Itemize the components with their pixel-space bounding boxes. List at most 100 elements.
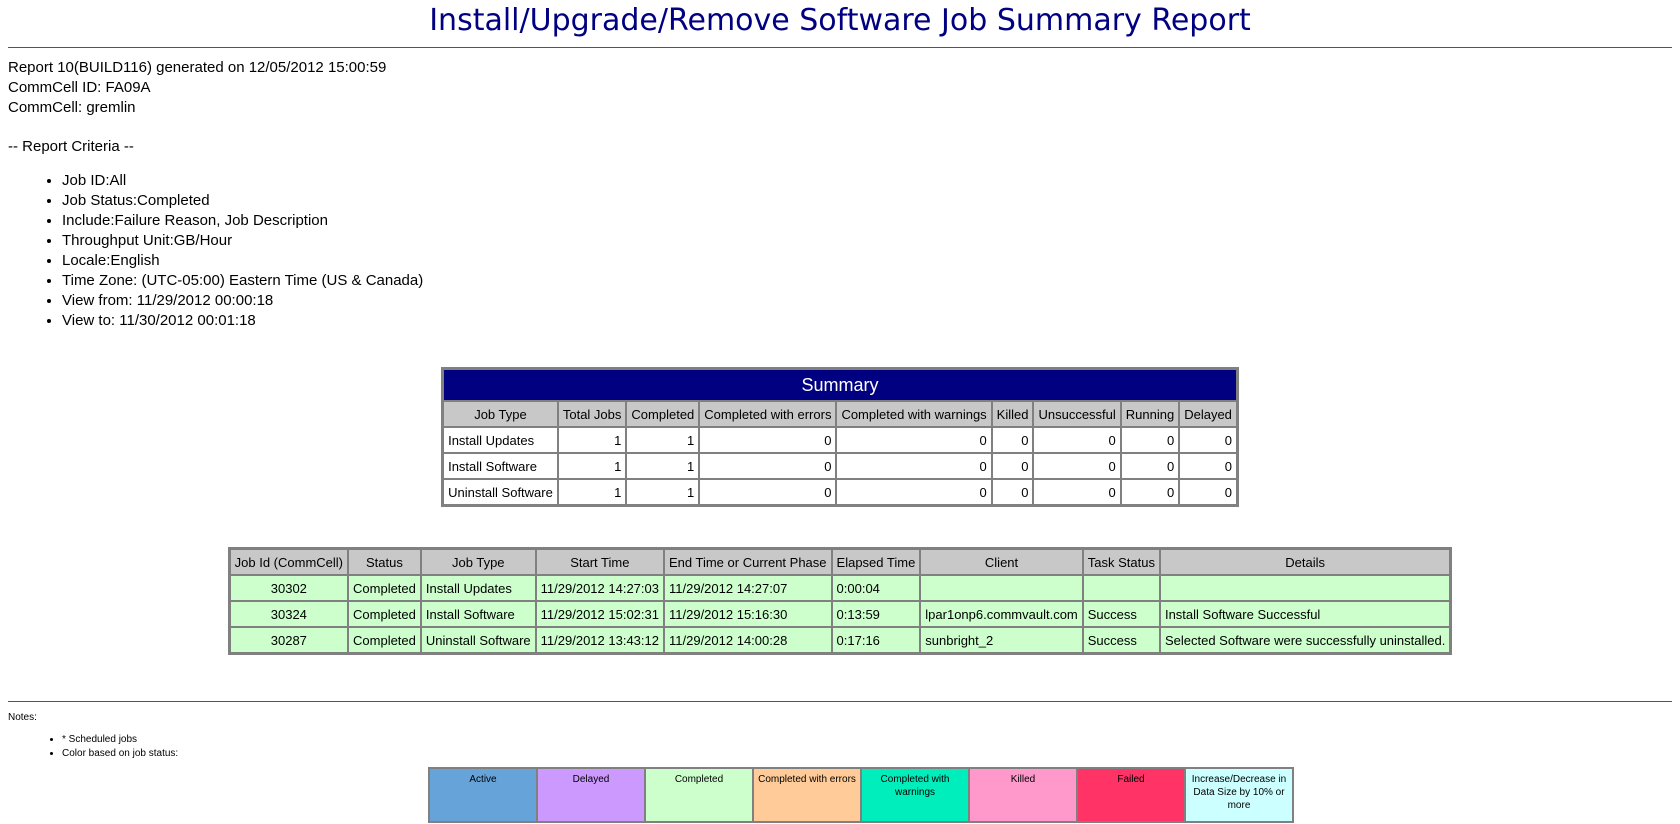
job-end-cell: 11/29/2012 15:16:30	[664, 601, 832, 627]
summary-cell: 1	[626, 427, 700, 453]
summary-col-header: Total Jobs	[557, 401, 627, 427]
legend-swatch: Active	[429, 768, 537, 822]
notes-list: * Scheduled jobs Color based on job stat…	[8, 733, 1672, 761]
legend-swatch: Increase/Decrease in Data Size by 10% or…	[1185, 768, 1293, 822]
summary-cell: 0	[1179, 427, 1237, 453]
summary-cell: 1	[557, 479, 627, 505]
legend-swatch: Completed with warnings	[861, 768, 969, 822]
jobs-col-header: Start Time	[535, 549, 664, 575]
job-elapsed-cell: 0:00:04	[831, 575, 921, 601]
summary-cell: 0	[991, 427, 1034, 453]
job-task-status-cell	[1082, 575, 1160, 601]
job-id-cell: 30324	[229, 601, 349, 627]
job-type-cell: Install Software	[420, 601, 536, 627]
job-elapsed-cell: 0:17:16	[831, 627, 921, 653]
jobs-header-row: Job Id (CommCell) Status Job Type Start …	[229, 549, 1451, 575]
criteria-item: Locale:English	[62, 251, 1672, 271]
job-details-cell	[1159, 575, 1451, 601]
report-page: Install/Upgrade/Remove Software Job Summ…	[0, 0, 1680, 823]
summary-cell: 0	[991, 453, 1034, 479]
summary-cell: 0	[699, 453, 837, 479]
report-criteria-list: Job ID:All Job Status:Completed Include:…	[8, 171, 1672, 331]
job-start-cell: 11/29/2012 13:43:12	[535, 627, 664, 653]
jobs-col-header: Task Status	[1082, 549, 1160, 575]
job-details-cell: Install Software Successful	[1159, 601, 1451, 627]
summary-cell: Install Software	[443, 453, 558, 479]
page-title: Install/Upgrade/Remove Software Job Summ…	[429, 3, 1251, 38]
job-type-cell: Uninstall Software	[420, 627, 536, 653]
jobs-table: Job Id (CommCell) Status Job Type Start …	[227, 547, 1453, 655]
notes-divider	[8, 701, 1672, 702]
jobs-col-header: Details	[1159, 549, 1451, 575]
summary-cell: 0	[836, 453, 992, 479]
summary-cell: Install Updates	[443, 427, 558, 453]
criteria-item: Throughput Unit:GB/Hour	[62, 231, 1672, 251]
job-client-cell	[920, 575, 1083, 601]
criteria-item: Include:Failure Reason, Job Description	[62, 211, 1672, 231]
summary-row: Install Updates 1 1 0 0 0 0 0 0	[443, 427, 1237, 453]
note-item: * Scheduled jobs	[62, 733, 1672, 747]
summary-col-header: Completed with warnings	[836, 401, 992, 427]
job-status-cell: Completed	[348, 627, 421, 653]
summary-col-header: Killed	[991, 401, 1034, 427]
jobs-col-header: End Time or Current Phase	[664, 549, 832, 575]
summary-cell: 0	[699, 427, 837, 453]
job-client-cell: sunbright_2	[920, 627, 1083, 653]
summary-cell: 1	[557, 427, 627, 453]
summary-cell: 0	[699, 479, 837, 505]
report-meta: Report 10(BUILD116) generated on 12/05/2…	[8, 58, 1672, 118]
summary-cell: 0	[836, 427, 992, 453]
summary-cell: 0	[1120, 427, 1180, 453]
summary-row: Install Software 1 1 0 0 0 0 0 0	[443, 453, 1237, 479]
table-row[interactable]: 30287 Completed Uninstall Software 11/29…	[229, 627, 1451, 653]
legend-swatch: Failed	[1077, 768, 1185, 822]
summary-cell: 0	[1179, 453, 1237, 479]
report-criteria-heading: -- Report Criteria --	[8, 138, 134, 155]
summary-row: Uninstall Software 1 1 0 0 0 0 0 0	[443, 479, 1237, 505]
summary-cell: 0	[1033, 453, 1121, 479]
summary-col-header: Completed	[626, 401, 700, 427]
job-client-cell: lpar1onp6.commvault.com	[920, 601, 1083, 627]
job-status-cell: Completed	[348, 575, 421, 601]
table-row[interactable]: 30302 Completed Install Updates 11/29/20…	[229, 575, 1451, 601]
job-task-status-cell: Success	[1082, 601, 1160, 627]
jobs-col-header: Status	[348, 549, 421, 575]
criteria-item: Job ID:All	[62, 171, 1672, 191]
legend-swatch: Killed	[969, 768, 1077, 822]
job-end-cell: 11/29/2012 14:27:07	[664, 575, 832, 601]
title-divider	[8, 47, 1672, 48]
jobs-col-header: Job Id (CommCell)	[229, 549, 349, 575]
summary-col-header: Running	[1120, 401, 1180, 427]
jobs-col-header: Elapsed Time	[831, 549, 921, 575]
summary-table: Summary Job Type Total Jobs Completed Co…	[441, 367, 1239, 507]
summary-cell: 1	[557, 453, 627, 479]
criteria-item: Job Status:Completed	[62, 191, 1672, 211]
summary-cell: 1	[626, 453, 700, 479]
commcell-name: CommCell: gremlin	[8, 99, 136, 116]
job-id-cell: 30302	[229, 575, 349, 601]
summary-cell: 0	[836, 479, 992, 505]
summary-cell: 0	[1033, 479, 1121, 505]
legend-swatch: Completed	[645, 768, 753, 822]
summary-cell: 0	[1179, 479, 1237, 505]
summary-col-header: Job Type	[443, 401, 558, 427]
legend-swatch: Completed with errors	[753, 768, 861, 822]
criteria-item: View to: 11/30/2012 00:01:18	[62, 311, 1672, 331]
criteria-item: Time Zone: (UTC-05:00) Eastern Time (US …	[62, 271, 1672, 291]
job-end-cell: 11/29/2012 14:00:28	[664, 627, 832, 653]
job-start-cell: 11/29/2012 15:02:31	[535, 601, 664, 627]
summary-title: Summary	[443, 369, 1237, 401]
job-details-cell: Selected Software were successfully unin…	[1159, 627, 1451, 653]
commcell-id: CommCell ID: FA09A	[8, 79, 151, 96]
summary-header-row: Job Type Total Jobs Completed Completed …	[443, 401, 1237, 427]
summary-cell: 0	[1120, 479, 1180, 505]
summary-cell: 1	[626, 479, 700, 505]
summary-cell: 0	[1120, 453, 1180, 479]
table-row[interactable]: 30324 Completed Install Software 11/29/2…	[229, 601, 1451, 627]
summary-cell: Uninstall Software	[443, 479, 558, 505]
job-task-status-cell: Success	[1082, 627, 1160, 653]
notes-label: Notes:	[8, 712, 37, 723]
note-item: Color based on job status:	[62, 747, 1672, 761]
jobs-col-header: Client	[920, 549, 1083, 575]
job-elapsed-cell: 0:13:59	[831, 601, 921, 627]
